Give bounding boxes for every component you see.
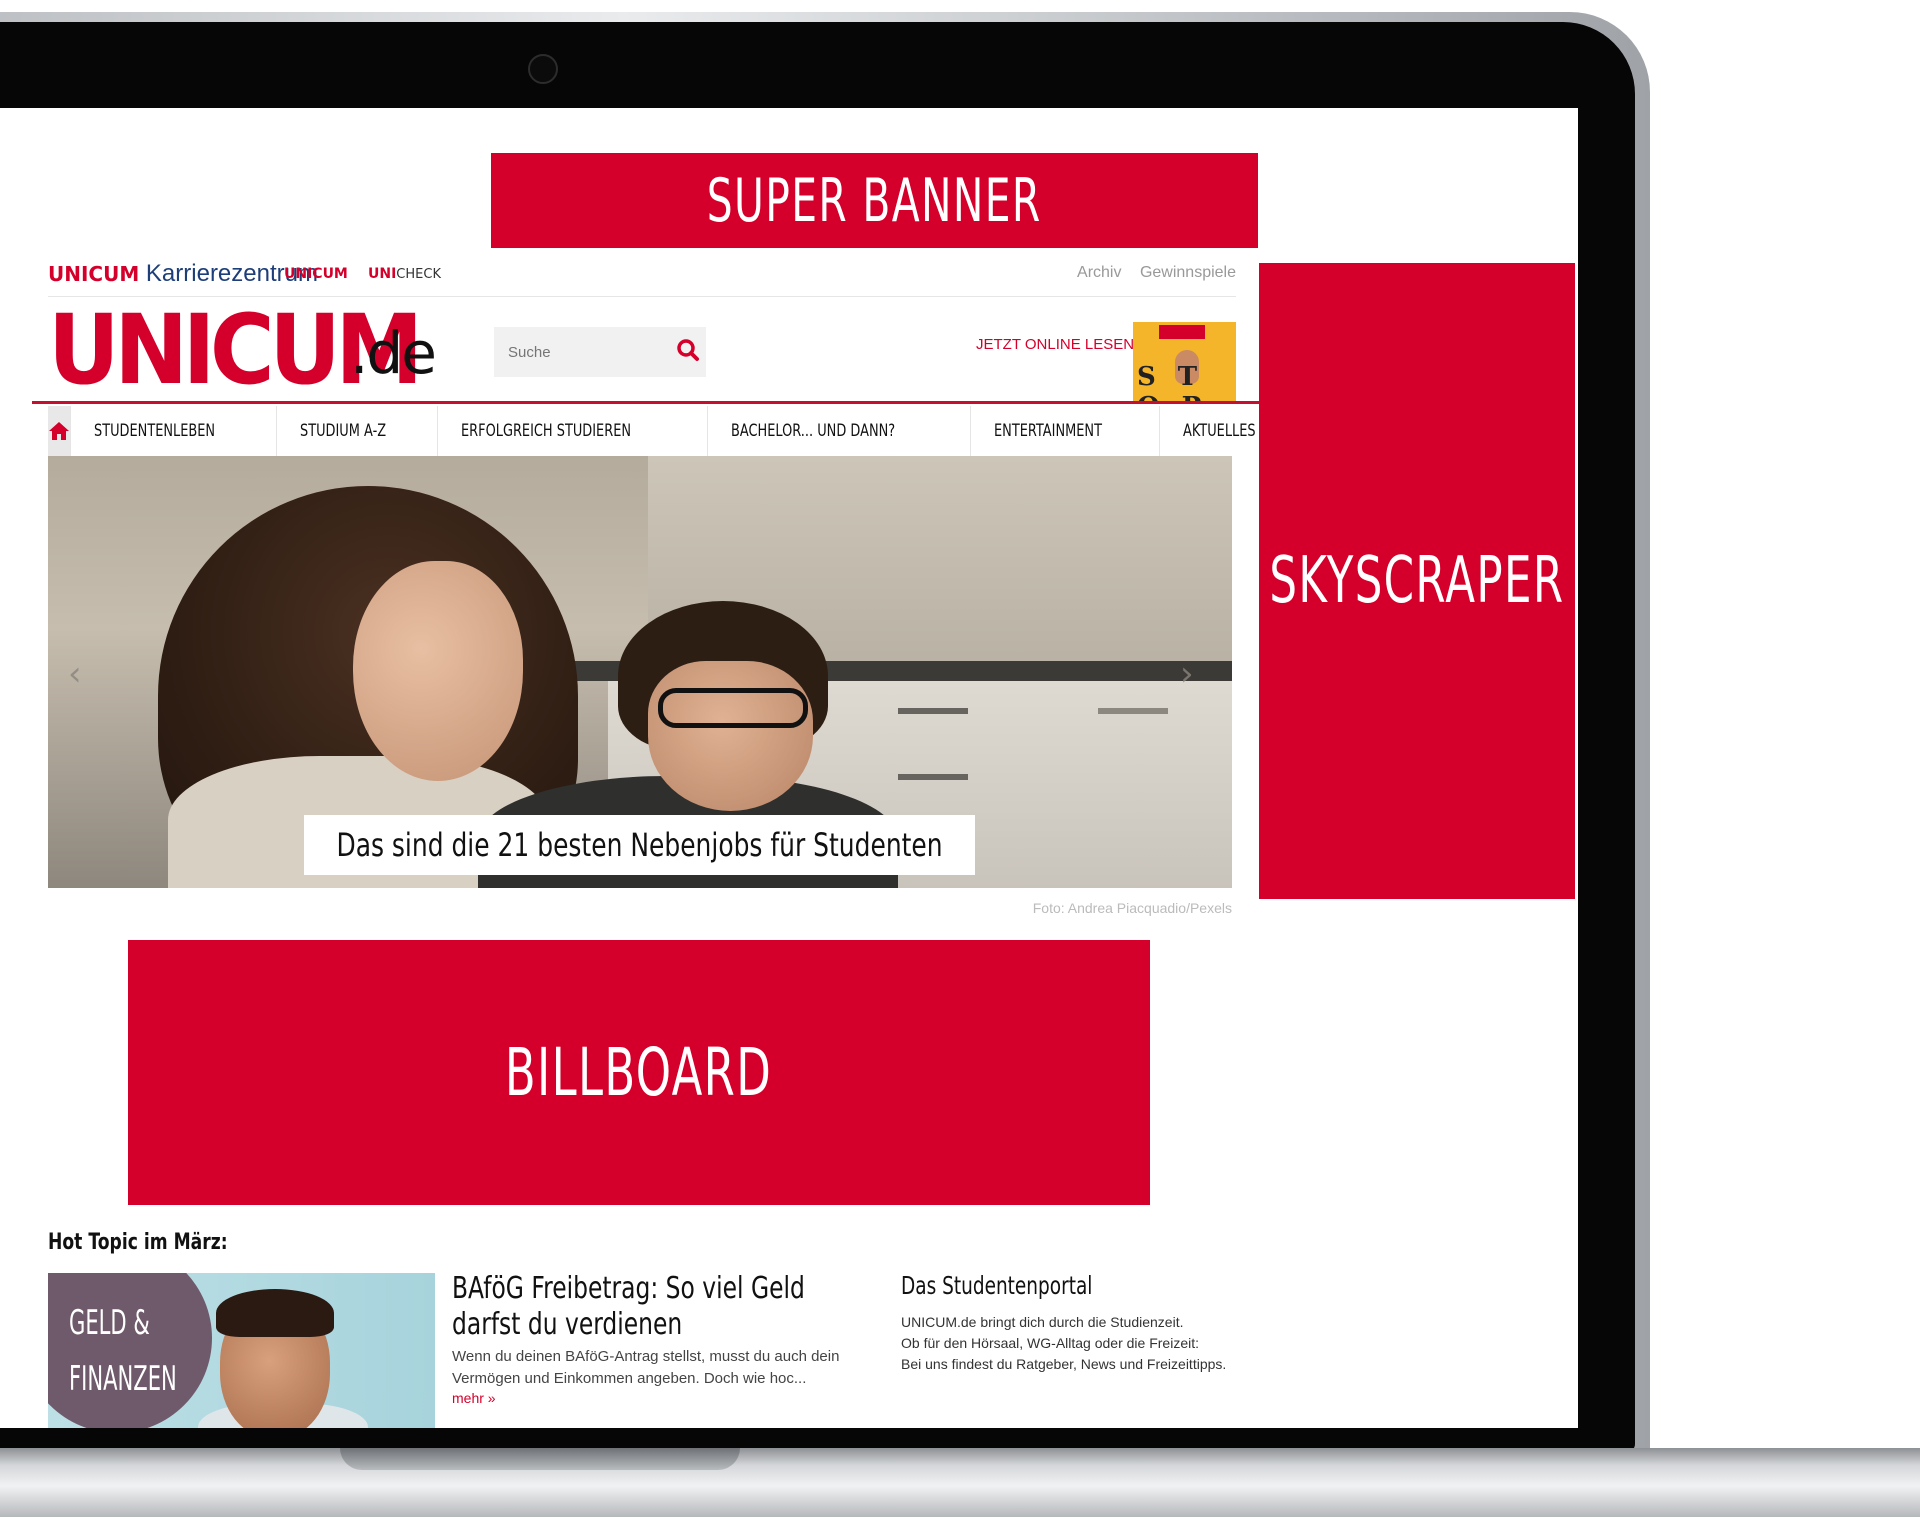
search-box xyxy=(494,327,706,377)
ad-skyscraper-label: SKYSCRAPER xyxy=(1269,544,1565,618)
unicum-abi-link[interactable]: UNICUM xyxy=(284,266,348,282)
browser-viewport: SUPER BANNER UNICUM Karrierezentrum UNIC… xyxy=(0,108,1578,1428)
nav-item-label: STUDIUM A-Z xyxy=(300,421,387,441)
nav-item-studentenleben[interactable]: STUDENTENLEBEN xyxy=(71,406,278,456)
online-read-label[interactable]: JETZT ONLINE LESEN: xyxy=(976,336,1138,353)
brand-row: UNICUM Karrierezentrum UNICUM UNICHECK A… xyxy=(48,258,1236,292)
laptop-base xyxy=(0,1448,1920,1517)
search-icon[interactable] xyxy=(675,337,701,363)
read-more-link[interactable]: mehr » xyxy=(452,1390,496,1406)
chevron-right-icon[interactable]: › xyxy=(1180,657,1206,691)
hot-topic-image[interactable]: GELD & FINANZEN xyxy=(48,1273,435,1428)
nav-item-label: AKTUELLES xyxy=(1183,421,1257,441)
nav-item-label: ENTERTAINMENT xyxy=(994,421,1103,441)
photo-credit: Foto: Andrea Piacquadio/Pexels xyxy=(1032,900,1232,916)
category-badge-text: GELD & FINANZEN xyxy=(69,1303,177,1399)
portal-description: UNICUM.de bringt dich durch die Studienz… xyxy=(901,1312,1281,1375)
hero-photo-detail xyxy=(898,774,968,780)
ad-billboard[interactable]: BILLBOARD xyxy=(128,940,1150,1205)
topic-photo-hair xyxy=(216,1289,334,1337)
ad-skyscraper[interactable]: SKYSCRAPER xyxy=(1259,263,1575,899)
article-title-text: BAföG Freibetrag: So viel Geld darfst du… xyxy=(452,1271,805,1342)
article-excerpt: Wenn du deinen BAföG-Antrag stellst, mus… xyxy=(452,1348,840,1387)
nav-item-aktuelles[interactable]: AKTUELLES xyxy=(1160,406,1302,456)
camera-icon xyxy=(528,54,558,84)
top-links: Archiv Gewinnspiele xyxy=(1063,264,1236,282)
search-input[interactable] xyxy=(506,343,670,362)
unicum-abi-logo: UNICUM xyxy=(284,266,348,282)
portal-title: Das Studentenportal xyxy=(901,1271,1093,1300)
article-title-link[interactable]: BAföG Freibetrag: So viel Geld darfst du… xyxy=(452,1271,872,1343)
ad-billboard-label: BILLBOARD xyxy=(505,1034,773,1111)
hero-caption-text: Das sind die 21 besten Nebenjobs für Stu… xyxy=(336,826,943,864)
hero-photo-boy-face xyxy=(648,661,813,811)
unicheck-red-text: UNI xyxy=(368,266,397,282)
nav-home[interactable] xyxy=(48,406,71,456)
chevron-left-icon[interactable]: ‹ xyxy=(68,657,94,691)
nav-item-label: ERFOLGREICH STUDIEREN xyxy=(460,421,631,441)
laptop-notch xyxy=(340,1448,740,1470)
ad-super-banner-label: SUPER BANNER xyxy=(707,165,1042,236)
nav-item-label: BACHELOR... UND DANN? xyxy=(731,421,896,441)
nav-item-studium-a-z[interactable]: STUDIUM A-Z xyxy=(277,406,438,456)
hot-topic-heading: Hot Topic im März: xyxy=(48,1230,228,1255)
nav-item-erfolgreich-studieren[interactable]: ERFOLGREICH STUDIEREN xyxy=(438,406,709,456)
header-rule xyxy=(32,401,1260,404)
unicheck-dark-text: CHECK xyxy=(396,267,441,282)
portal-line: UNICUM.de bringt dich durch die Studienz… xyxy=(901,1314,1184,1330)
hero-caption[interactable]: Das sind die 21 besten Nebenjobs für Stu… xyxy=(304,815,975,875)
hero-photo-detail xyxy=(1098,708,1168,714)
nav-item-bachelor[interactable]: BACHELOR... UND DANN? xyxy=(708,406,972,456)
portal-line: Ob für den Hörsaal, WG-Alltag oder die F… xyxy=(901,1335,1200,1351)
cover-graphic: ST OP xyxy=(1137,362,1220,402)
hero-photo-detail xyxy=(898,708,968,714)
portal-line: Bei uns findest du Ratgeber, News und Fr… xyxy=(901,1356,1227,1372)
archiv-link[interactable]: Archiv xyxy=(1077,264,1121,281)
hero-photo-woman-face xyxy=(353,561,523,781)
karrierezentrum-link[interactable]: UNICUM Karrierezentrum xyxy=(48,260,318,288)
home-icon xyxy=(49,422,69,440)
hero-photo-glasses xyxy=(658,688,808,728)
logo-suffix-text: .de xyxy=(350,319,437,387)
hero-slider[interactable]: ‹ › Das sind die 21 besten Nebenjobs für… xyxy=(48,456,1232,888)
cover-logo xyxy=(1159,325,1205,339)
nav-item-entertainment[interactable]: ENTERTAINMENT xyxy=(971,406,1161,456)
unicheck-link[interactable]: UNICHECK xyxy=(368,266,441,282)
main-nav: STUDENTENLEBEN STUDIUM A-Z ERFOLGREICH S… xyxy=(48,406,1256,456)
ad-super-banner[interactable]: SUPER BANNER xyxy=(491,153,1258,248)
magazine-cover-thumbnail[interactable]: ST OP xyxy=(1133,322,1236,402)
brand-unicum-text: UNICUM xyxy=(48,262,140,286)
gewinnspiele-link[interactable]: Gewinnspiele xyxy=(1140,264,1236,281)
nav-item-label: STUDENTENLEBEN xyxy=(94,421,216,441)
site-logo[interactable]: UNICUM .de xyxy=(48,302,450,398)
